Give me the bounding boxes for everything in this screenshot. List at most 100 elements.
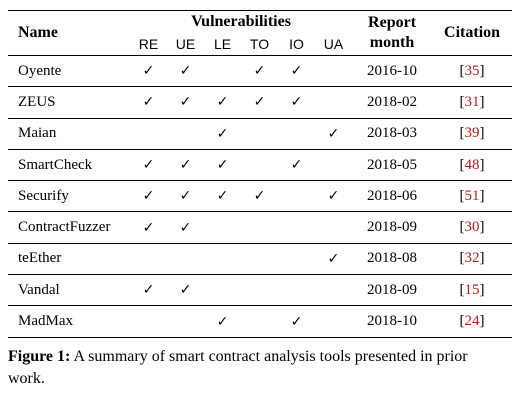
check-mark-icon: ✓ xyxy=(130,274,167,306)
empty-cell xyxy=(241,274,278,306)
check-mark-icon: ✓ xyxy=(315,117,353,150)
caption-text: A summary of smart contract analysis too… xyxy=(8,347,468,387)
citation-link[interactable]: 51 xyxy=(465,188,480,204)
header-vulnerabilities: Vulnerabilities xyxy=(191,13,291,30)
citation: [32] xyxy=(432,242,513,275)
tool-name: ZEUS xyxy=(8,86,130,119)
header-report-line1: Report xyxy=(368,14,417,31)
empty-cell xyxy=(315,274,353,306)
header-ue: UE xyxy=(175,36,196,52)
header-le: LE xyxy=(213,36,232,52)
tool-name: Oyente xyxy=(18,62,62,79)
check-mark-icon: ✓ xyxy=(142,63,155,80)
report-month: 2018-09 xyxy=(352,211,433,244)
report-month: 2018-09 xyxy=(352,274,433,306)
check-mark-icon: ✓ xyxy=(315,242,353,275)
check-mark-icon: ✓ xyxy=(241,86,278,119)
citation-link[interactable]: 30 xyxy=(465,219,480,235)
citation-link[interactable]: 24 xyxy=(465,313,480,329)
citation-close-bracket: ] xyxy=(479,62,485,79)
empty-cell xyxy=(278,211,315,244)
report-month: 2018-10 xyxy=(352,305,433,338)
empty-cell xyxy=(241,305,278,338)
citation: [31] xyxy=(432,86,513,119)
citation-link[interactable]: 39 xyxy=(465,125,480,141)
empty-cell xyxy=(130,242,167,275)
check-mark-icon: ✓ xyxy=(204,86,241,119)
empty-cell xyxy=(315,148,353,181)
header-report-month: Report month xyxy=(352,11,432,56)
empty-cell xyxy=(241,211,278,244)
citation-close-bracket: ] xyxy=(479,250,485,267)
citation-link[interactable]: 31 xyxy=(465,94,480,110)
header-re: RE xyxy=(138,36,159,52)
empty-cell xyxy=(278,117,315,150)
header-to: TO xyxy=(249,36,270,52)
empty-cell xyxy=(204,211,241,244)
citation-close-bracket: ] xyxy=(479,219,485,236)
check-mark-icon: ✓ xyxy=(278,86,315,119)
empty-cell xyxy=(315,305,353,338)
check-mark-icon: ✓ xyxy=(167,148,204,181)
check-mark-icon: ✓ xyxy=(130,211,167,244)
citation: [24] xyxy=(432,305,513,338)
check-mark-icon: ✓ xyxy=(278,148,315,181)
header-name: Name xyxy=(18,24,58,41)
citation-close-bracket: ] xyxy=(479,187,485,204)
table-row: Maian ✓ ✓ 2018-03 [39] xyxy=(8,117,513,150)
check-mark-icon: ✓ xyxy=(167,211,204,244)
tool-name: MadMax xyxy=(8,305,130,338)
empty-cell xyxy=(241,117,278,150)
table-row: Securify ✓ ✓ ✓ ✓ ✓ 2018-06 [51] xyxy=(8,180,513,212)
citation-close-bracket: ] xyxy=(479,281,485,298)
tool-name: ContractFuzzer xyxy=(8,211,130,244)
report-month: 2018-05 xyxy=(352,148,433,181)
report-month: 2018-02 xyxy=(352,86,433,119)
report-month: 2018-03 xyxy=(352,117,433,150)
citation: [51] xyxy=(432,180,513,212)
citation: [30] xyxy=(432,211,513,244)
empty-cell xyxy=(241,148,278,181)
tool-name: Vandal xyxy=(8,274,130,306)
empty-cell xyxy=(130,305,167,338)
check-mark-icon: ✓ xyxy=(278,305,315,338)
citation-close-bracket: ] xyxy=(479,156,485,173)
citation: [48] xyxy=(432,148,513,181)
check-mark-icon: ✓ xyxy=(315,180,353,212)
empty-cell xyxy=(278,180,315,212)
figure-caption: Figure 1: A summary of smart contract an… xyxy=(8,346,508,390)
check-mark-icon: ✓ xyxy=(130,148,167,181)
citation: [15] xyxy=(432,274,513,306)
empty-cell xyxy=(278,242,315,275)
empty-cell xyxy=(241,242,278,275)
citation-close-bracket: ] xyxy=(479,93,485,110)
citation: [35] xyxy=(432,56,512,87)
caption-label: Figure 1: xyxy=(8,347,71,365)
report-month: 2016-10 xyxy=(367,62,418,79)
empty-cell xyxy=(130,117,167,150)
table-row: ZEUS ✓ ✓ ✓ ✓ ✓ 2018-02 [31] xyxy=(8,86,513,119)
header-report-line2: month xyxy=(369,34,415,51)
citation-link[interactable]: 32 xyxy=(465,250,480,266)
tools-table: Name Vulnerabilities Report month Citati… xyxy=(8,10,513,338)
citation-link[interactable]: 48 xyxy=(465,157,480,173)
citation: [39] xyxy=(432,117,513,150)
citation-close-bracket: ] xyxy=(479,125,485,142)
table-row: ContractFuzzer ✓ ✓ 2018-09 [30] xyxy=(8,211,513,244)
table-row: Vandal ✓ ✓ 2018-09 [15] xyxy=(8,274,513,306)
check-mark-icon: ✓ xyxy=(204,180,241,212)
check-mark-icon: ✓ xyxy=(204,117,241,150)
empty-cell xyxy=(315,56,352,87)
tool-name: Maian xyxy=(8,117,130,150)
empty-cell xyxy=(315,211,353,244)
empty-cell xyxy=(204,274,241,306)
empty-cell xyxy=(167,117,204,150)
citation-link[interactable]: 35 xyxy=(465,63,480,79)
empty-cell xyxy=(204,56,241,87)
citation-link[interactable]: 15 xyxy=(465,282,480,298)
header-io: IO xyxy=(289,36,304,52)
check-mark-icon: ✓ xyxy=(130,86,167,119)
empty-cell xyxy=(167,305,204,338)
check-mark-icon: ✓ xyxy=(204,148,241,181)
tool-name: Securify xyxy=(8,180,130,212)
